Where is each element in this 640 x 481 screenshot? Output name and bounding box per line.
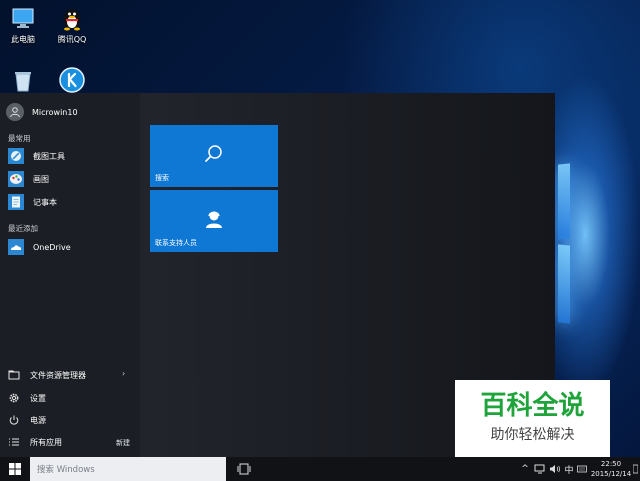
clock-time: 22:50 [600, 460, 622, 468]
volume-icon[interactable] [549, 463, 561, 475]
watermark-title: 百科全说 [480, 391, 585, 421]
language-indicator[interactable]: 中 [564, 463, 574, 476]
tile-contact-support[interactable]: 联系支持人员 [150, 190, 278, 252]
app-item-label: 截图工具 [33, 151, 65, 161]
recycle-bin-icon [10, 67, 36, 93]
app-item-snipping-tool[interactable]: 截图工具 [8, 147, 65, 165]
app-item-label: 画图 [33, 174, 49, 184]
windows-logo-icon [8, 463, 21, 475]
power-icon [8, 414, 20, 426]
user-avatar-icon [6, 103, 24, 121]
file-explorer-button[interactable]: 文件资源管理器 [8, 367, 86, 383]
tile-label: 联系支持人员 [155, 239, 197, 247]
qq-penguin-icon [59, 5, 85, 31]
recently-added-header: 最近添加 [8, 224, 38, 233]
tile-label: 搜索 [155, 174, 169, 182]
app-item-onedrive[interactable]: OneDrive [8, 238, 71, 256]
keyboard-icon[interactable] [577, 463, 587, 475]
task-view-button[interactable] [236, 463, 252, 475]
watermark-logo: 百科全说 助你轻松解决 [455, 380, 610, 457]
folder-icon [8, 369, 20, 381]
app-item-label: 记事本 [33, 197, 57, 207]
start-button[interactable] [0, 457, 29, 481]
k-app-icon [59, 67, 85, 93]
taskbar: 搜索 Windows ^ 中 22:50 2015/12/14 [0, 457, 640, 481]
desktop-icon-this-pc[interactable]: 此电脑 [0, 5, 46, 45]
clock-date: 2015/12/14 [590, 470, 632, 478]
contact-support-icon [203, 208, 225, 232]
user-account-button[interactable]: Microwin10 [6, 103, 78, 121]
app-item-notepad[interactable]: 记事本 [8, 193, 57, 211]
computer-icon [10, 5, 36, 31]
wallpaper-logo-pane [558, 163, 570, 240]
watermark-subtitle: 助你轻松解决 [490, 427, 575, 443]
search-icon [203, 143, 225, 167]
all-apps-button[interactable]: 所有应用 [8, 434, 62, 450]
chevron-right-icon[interactable]: › [122, 369, 125, 378]
taskbar-clock[interactable]: 22:50 2015/12/14 [590, 459, 632, 479]
start-menu-left-pane: Microwin10 最常用 截图工具 画图 记事本 最近添加 OneDrive… [0, 93, 140, 457]
new-badge: 新建 [116, 439, 130, 447]
chevron-up-icon[interactable]: ^ [520, 463, 530, 475]
desktop-icon-recycle-bin[interactable] [0, 67, 46, 96]
user-name: Microwin10 [32, 107, 78, 117]
paint-icon [8, 171, 24, 187]
desktop-icon-qq[interactable]: 腾讯QQ [49, 5, 95, 45]
wallpaper-logo-pane [558, 244, 570, 324]
network-icon[interactable] [534, 463, 546, 475]
desktop-icon-label: 此电脑 [11, 35, 35, 44]
desktop-icon-label: 腾讯QQ [57, 35, 87, 44]
taskbar-search-box[interactable]: 搜索 Windows [30, 457, 226, 481]
notification-icon[interactable] [632, 462, 639, 476]
app-item-paint[interactable]: 画图 [8, 170, 49, 188]
list-icon [8, 436, 20, 448]
most-used-header: 最常用 [8, 134, 31, 143]
power-button[interactable]: 电源 [8, 412, 46, 428]
gear-icon [8, 392, 20, 404]
search-placeholder: 搜索 Windows [37, 465, 95, 475]
notepad-icon [8, 194, 24, 210]
tile-search[interactable]: 搜索 [150, 125, 278, 187]
task-view-icon [237, 463, 251, 475]
power-label: 电源 [30, 415, 46, 425]
settings-button[interactable]: 设置 [8, 390, 46, 406]
snipping-tool-icon [8, 148, 24, 164]
all-apps-label: 所有应用 [30, 437, 62, 447]
settings-label: 设置 [30, 393, 46, 403]
onedrive-icon [8, 239, 24, 255]
desktop-icon-k-app[interactable] [49, 67, 95, 96]
app-item-label: OneDrive [33, 242, 71, 252]
file-explorer-label: 文件资源管理器 [30, 370, 86, 380]
